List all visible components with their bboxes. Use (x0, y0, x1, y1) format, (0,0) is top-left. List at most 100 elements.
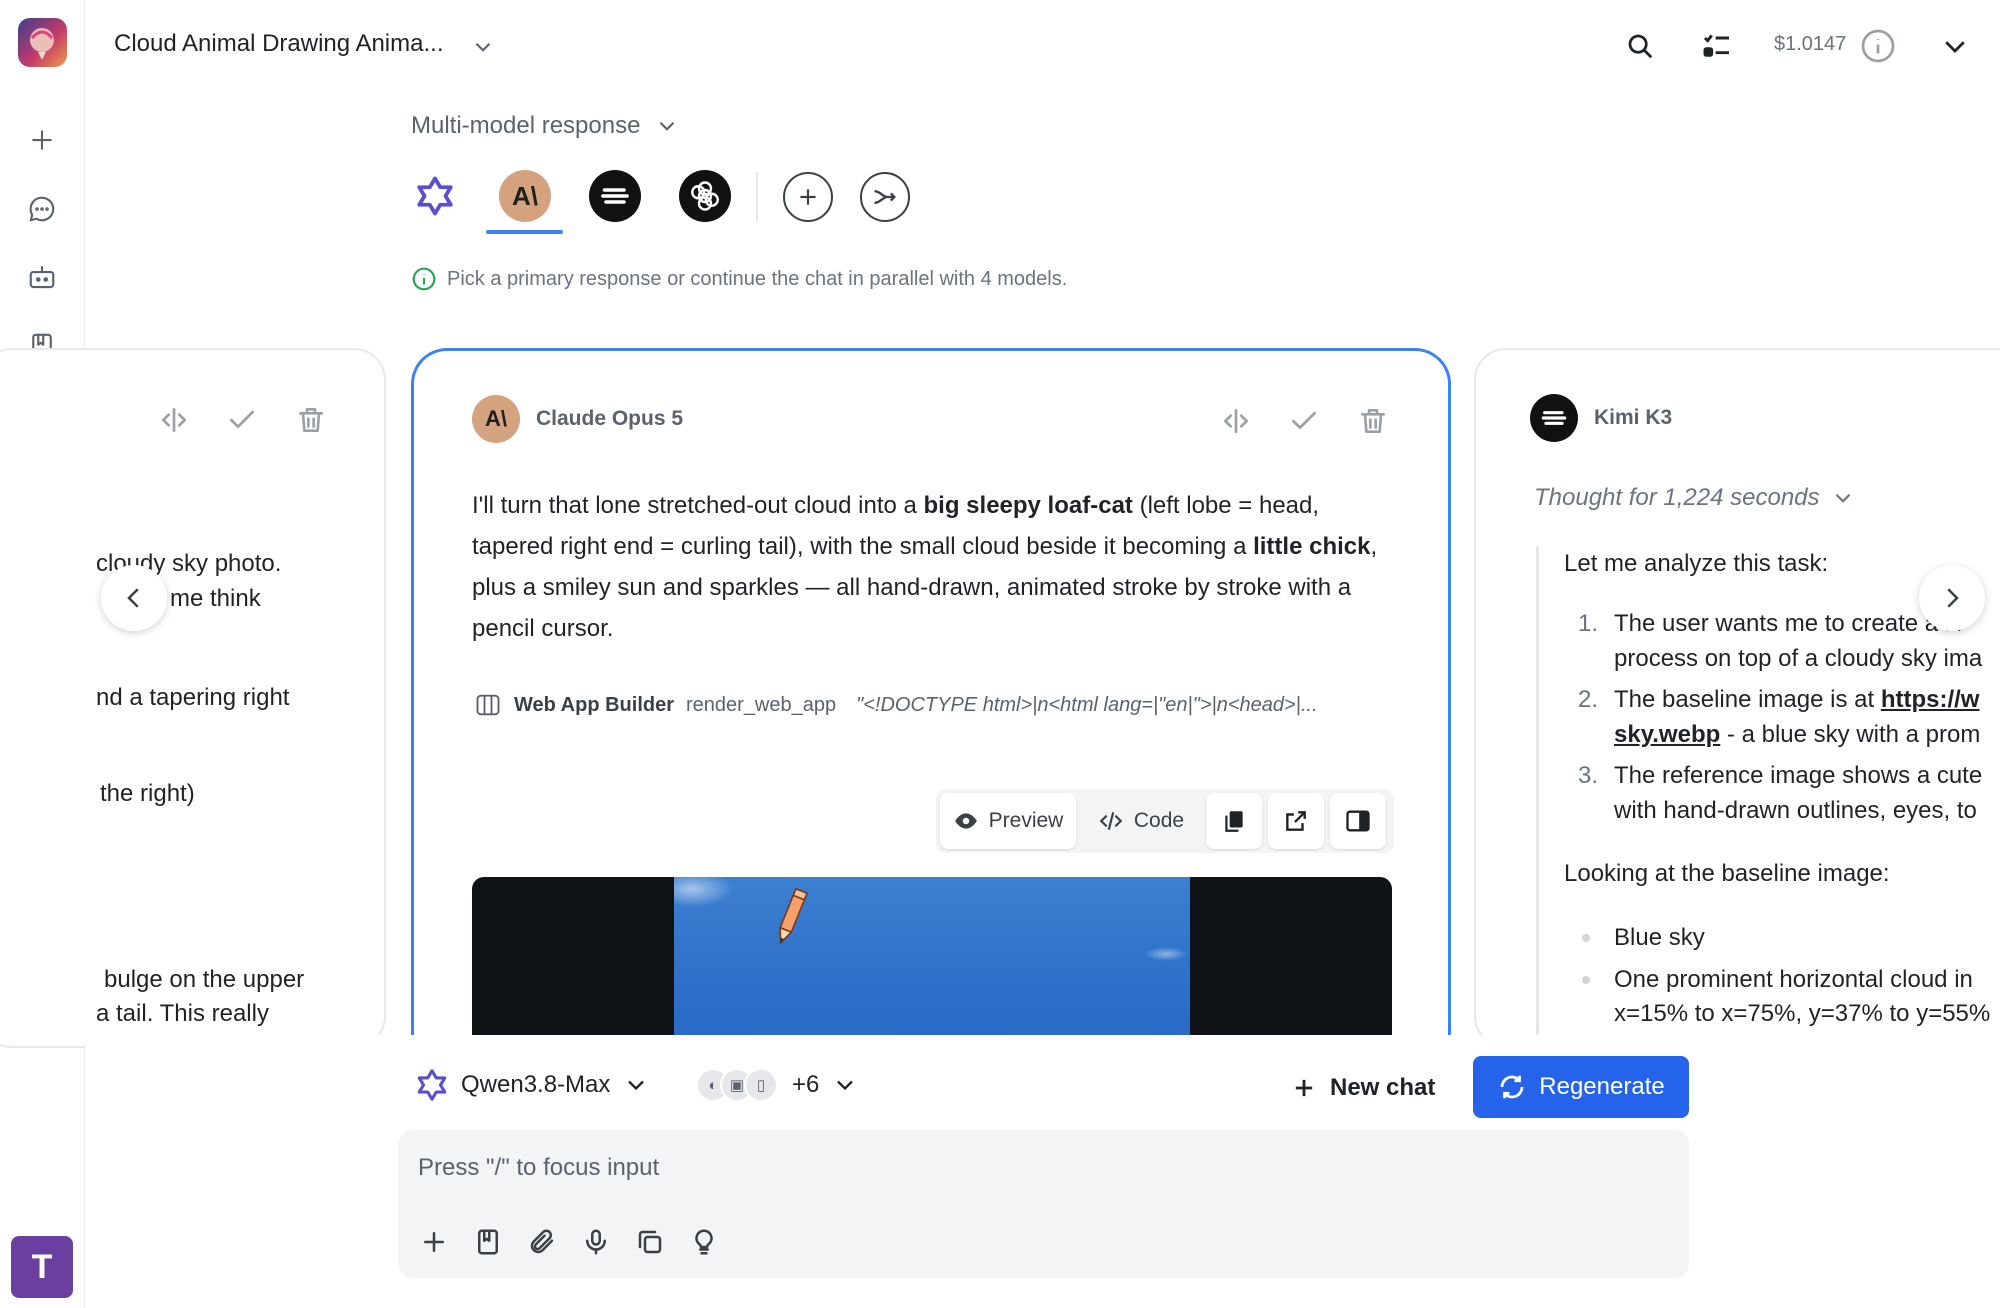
multi-model-label: Multi-model response (411, 112, 641, 139)
chevron-down-icon[interactable] (470, 34, 496, 65)
chevron-right-icon (1947, 588, 1959, 608)
baseline-image-link[interactable]: sky.webp (1614, 721, 1720, 748)
expand-width-icon[interactable] (156, 402, 192, 438)
list-item-1-line-2: process on top of a cloudy sky ima (1614, 645, 1983, 672)
paperclip-icon[interactable] (522, 1222, 562, 1262)
trash-icon[interactable] (1355, 403, 1391, 439)
thought-toggle[interactable]: Thought for 1,224 seconds (1534, 484, 1856, 512)
add-model-button[interactable] (783, 172, 833, 222)
plus-icon (800, 189, 816, 205)
new-chat-label: New chat (1330, 1074, 1436, 1101)
active-tab-indicator (486, 230, 563, 234)
extra-models-count: +6 (792, 1071, 820, 1098)
looking-heading: Looking at the baseline image: (1564, 860, 1890, 887)
list-number: 1. (1578, 610, 1599, 637)
chevron-down-icon[interactable] (1935, 26, 1975, 66)
list-number: 3. (1578, 762, 1599, 789)
chat-title[interactable]: Cloud Animal Drawing Anima... (114, 30, 443, 58)
list-number: 2. (1578, 686, 1599, 713)
expand-width-icon[interactable] (1218, 403, 1254, 439)
info-circle-icon (412, 267, 436, 291)
bot-icon[interactable] (22, 257, 62, 297)
selected-model-name: Qwen3.8-Max (461, 1071, 611, 1098)
model-name: Claude Opus 5 (536, 407, 684, 430)
thought-duration: Thought for 1,224 seconds (1534, 484, 1820, 511)
message-composer (398, 1130, 1689, 1278)
preview-label: Preview (988, 809, 1064, 832)
model-avatar-icon: ▯ (744, 1068, 778, 1102)
notebook-icon[interactable] (468, 1222, 508, 1262)
response-bold-2: little chick (1253, 533, 1371, 560)
info-hint-text: Pick a primary response or continue the … (447, 267, 1068, 290)
model-name: Kimi K3 (1594, 406, 1673, 429)
kimi-icon (1541, 411, 1567, 425)
copy-button[interactable] (1206, 793, 1262, 849)
list-item-3-line-1: The reference image shows a cute (1614, 762, 1983, 789)
chevron-left-icon (127, 588, 139, 608)
tab-kimi[interactable] (589, 170, 641, 222)
attach-plus-icon[interactable] (414, 1222, 454, 1262)
refresh-icon (1500, 1075, 1524, 1099)
prev-response-button[interactable] (101, 565, 167, 631)
list-item-2-line-1: The baseline image is at https://w (1614, 682, 1979, 717)
cost-display: $1.0147 (1774, 33, 1847, 55)
info-hint: Pick a primary response or continue the … (411, 266, 1067, 292)
claude-avatar: A\ (472, 395, 520, 443)
list-item-1-line-1: The user wants me to create a H (1614, 610, 1963, 637)
code-icon (1099, 812, 1123, 830)
plus-icon (1295, 1079, 1313, 1097)
preview-tab[interactable]: Preview (940, 793, 1076, 849)
app-window: T Cloud Animal Drawing Anima... $1.0147 … (0, 0, 2000, 1308)
list-item-3-line-2: with hand-drawn outlines, eyes, to (1614, 797, 1977, 824)
openai-icon (691, 181, 719, 211)
user-avatar[interactable]: T (11, 1236, 73, 1298)
check-icon[interactable] (224, 402, 260, 438)
info-icon[interactable] (1858, 26, 1898, 66)
side-panel-button[interactable] (1330, 793, 1386, 849)
tab-openai[interactable] (679, 170, 731, 222)
check-icon[interactable] (1286, 403, 1322, 439)
merge-responses-button[interactable] (860, 172, 910, 222)
model-selector[interactable]: Qwen3.8-Max (415, 1068, 650, 1102)
chevron-down-icon (628, 1080, 645, 1091)
regenerate-button[interactable]: Regenerate (1473, 1056, 1689, 1118)
merge-icon (874, 190, 896, 204)
bullet-dot (1582, 934, 1590, 942)
search-icon[interactable] (1620, 26, 1660, 66)
list-item-2-text: The baseline image is at (1614, 686, 1881, 713)
task-list-icon[interactable] (1697, 26, 1737, 66)
message-input[interactable] (418, 1150, 1658, 1186)
response-card-qwen: cloudy sky photo. me think nd a tapering… (0, 348, 386, 1048)
tool-name: Web App Builder (514, 693, 674, 716)
left-card-text-6: a tail. This really (96, 1000, 269, 1027)
baseline-image-link[interactable]: https://w (1881, 686, 1980, 713)
tab-qwen[interactable] (409, 170, 461, 222)
trash-icon[interactable] (293, 402, 329, 438)
code-label: Code (1133, 809, 1185, 832)
lightbulb-icon[interactable] (684, 1222, 724, 1262)
response-text: I'll turn that lone stretched-out cloud … (472, 485, 1402, 649)
kimi-icon (601, 188, 629, 204)
left-card-text-3: nd a tapering right (96, 684, 290, 711)
list-item-2-line-2: sky.webp - a blue sky with a prom (1614, 717, 1980, 752)
response-card-claude[interactable]: A\ Claude Opus 5 I'll turn that lone str… (411, 348, 1451, 1068)
sidebar-panel-icon (1346, 810, 1370, 832)
app-logo[interactable] (18, 18, 67, 67)
code-tab[interactable]: Code (1082, 793, 1200, 849)
new-item-plus-icon[interactable] (22, 120, 62, 160)
response-bold-1: big sleepy loaf-cat (923, 492, 1133, 519)
chat-bubble-icon[interactable] (22, 189, 62, 229)
new-chat-button[interactable]: New chat (1290, 1074, 1435, 1102)
copy-layers-icon[interactable] (630, 1222, 670, 1262)
extra-models-selector[interactable]: ◐ ▣ ▯ +6 (696, 1068, 859, 1102)
tab-claude[interactable]: A\ (499, 170, 551, 222)
microphone-icon[interactable] (576, 1222, 616, 1262)
next-response-button[interactable] (1919, 565, 1985, 631)
multi-model-dropdown[interactable]: Multi-model response (411, 112, 680, 140)
response-card-kimi: Kimi K3 Thought for 1,224 seconds Let me… (1474, 348, 2000, 1048)
preview-toolbar: Preview Code (936, 789, 1394, 853)
tool-call-line[interactable]: Web App Builder render_web_app "<!DOCTYP… (474, 691, 1414, 719)
left-card-text-4: the right) (100, 780, 195, 807)
left-card-text-2: me think (170, 585, 261, 612)
open-external-button[interactable] (1268, 793, 1324, 849)
